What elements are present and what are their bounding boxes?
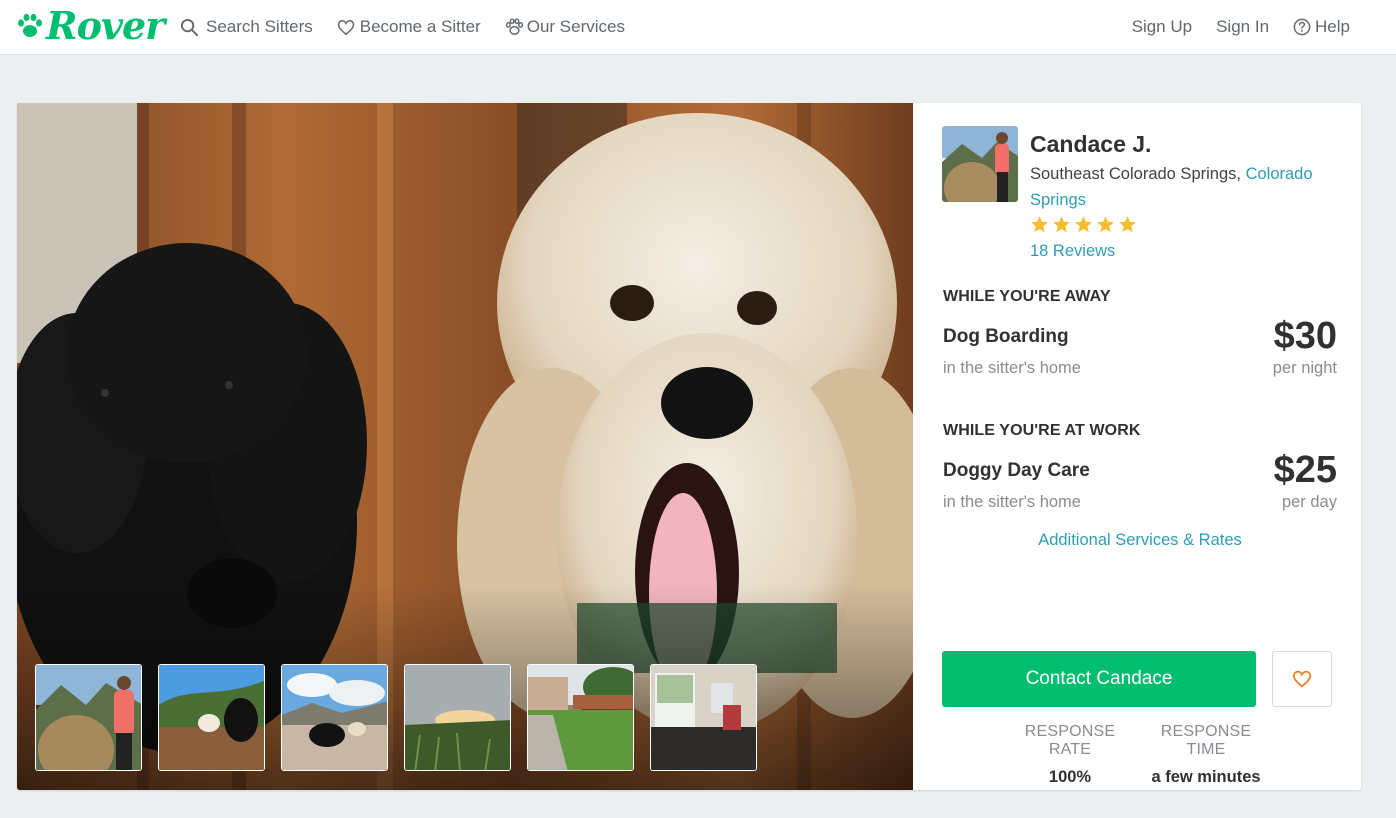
paw-icon	[505, 18, 523, 35]
thumbnail-image	[36, 665, 141, 770]
rover-logo[interactable]: Rover	[16, 2, 165, 50]
sign-in-link[interactable]: Sign In	[1216, 17, 1269, 37]
star-icon	[1097, 216, 1114, 233]
nav-our-services-label: Our Services	[526, 17, 625, 36]
additional-services-link[interactable]: Additional Services & Rates	[913, 531, 1361, 550]
star-icon	[1031, 216, 1048, 233]
help-link[interactable]: Help	[1293, 17, 1350, 37]
star-icon	[1119, 216, 1136, 233]
sitter-profile-card: Candace J. Southeast Colorado Springs, C…	[17, 103, 1361, 790]
nav-search-sitters[interactable]: Search Sitters	[180, 17, 313, 37]
sitter-avatar[interactable]	[942, 126, 1018, 202]
thumbnail-photo[interactable]	[35, 664, 142, 771]
avatar-image	[942, 126, 1018, 202]
top-navigation-bar: Rover Search Sitters Become a Sitter Our…	[0, 0, 1396, 55]
favorite-button[interactable]	[1272, 651, 1332, 707]
hero-photo[interactable]	[17, 103, 913, 790]
star-icon	[1075, 216, 1092, 233]
response-rate-value: 100%	[1048, 768, 1092, 786]
section-heading-work: WHILE YOU'RE AT WORK	[943, 422, 1141, 439]
nav-become-sitter-label: Become a Sitter	[359, 17, 481, 36]
nav-search-sitters-label: Search Sitters	[206, 17, 313, 36]
service-name-boarding: Dog Boarding	[943, 326, 1069, 347]
photo-thumbnails	[35, 664, 757, 771]
response-time-label: RESPONSE TIME	[1160, 723, 1252, 758]
thumbnail-photo[interactable]	[404, 664, 511, 771]
nav-become-sitter[interactable]: Become a Sitter	[337, 17, 481, 37]
nav-our-services[interactable]: Our Services	[505, 17, 625, 37]
service-location-boarding: in the sitter's home	[943, 359, 1081, 377]
service-location-daycare: in the sitter's home	[943, 493, 1081, 511]
response-time: RESPONSE TIME a few minutes	[1141, 723, 1271, 787]
star-rating	[1030, 215, 1137, 234]
response-rate-label: RESPONSE RATE	[1024, 723, 1116, 758]
rover-wordmark[interactable]: Rover	[46, 7, 165, 45]
account-nav: Sign Up Sign In Help	[1132, 0, 1350, 54]
neighborhood-text: Southeast Colorado Springs,	[1030, 165, 1241, 183]
heart-icon	[1292, 670, 1312, 688]
thumbnail-image	[651, 665, 756, 770]
reviews-link[interactable]: 18 Reviews	[1030, 242, 1115, 261]
heart-icon	[337, 19, 355, 35]
paw-icon	[18, 13, 42, 37]
price-boarding: $30	[1273, 315, 1337, 357]
thumbnail-photo[interactable]	[527, 664, 634, 771]
contact-sitter-button[interactable]: Contact Candace	[942, 651, 1256, 707]
response-time-value: a few minutes	[1151, 768, 1261, 786]
response-rate: RESPONSE RATE 100%	[1005, 723, 1135, 787]
price-daycare: $25	[1273, 449, 1337, 491]
thumbnail-photo[interactable]	[650, 664, 757, 771]
thumbnail-image	[282, 665, 387, 770]
thumbnail-photo[interactable]	[158, 664, 265, 771]
sign-up-link[interactable]: Sign Up	[1132, 17, 1192, 37]
thumbnail-photo[interactable]	[281, 664, 388, 771]
thumbnail-image	[528, 665, 633, 770]
service-name-daycare: Doggy Day Care	[943, 460, 1090, 481]
section-heading-away: WHILE YOU'RE AWAY	[943, 288, 1111, 305]
sitter-info-panel: Candace J. Southeast Colorado Springs, C…	[913, 103, 1361, 790]
thumbnail-image	[405, 665, 510, 770]
thumbnail-image	[159, 665, 264, 770]
primary-nav: Search Sitters Become a Sitter Our Servi…	[180, 0, 625, 54]
help-label: Help	[1315, 17, 1350, 36]
price-unit-daycare: per day	[1281, 493, 1337, 511]
sitter-location: Southeast Colorado Springs, Colorado Spr…	[1030, 161, 1330, 213]
sitter-name: Candace J.	[1030, 131, 1152, 157]
price-unit-boarding: per night	[1272, 359, 1337, 377]
help-icon	[1293, 18, 1311, 36]
search-icon	[180, 18, 199, 36]
star-icon	[1053, 216, 1070, 233]
